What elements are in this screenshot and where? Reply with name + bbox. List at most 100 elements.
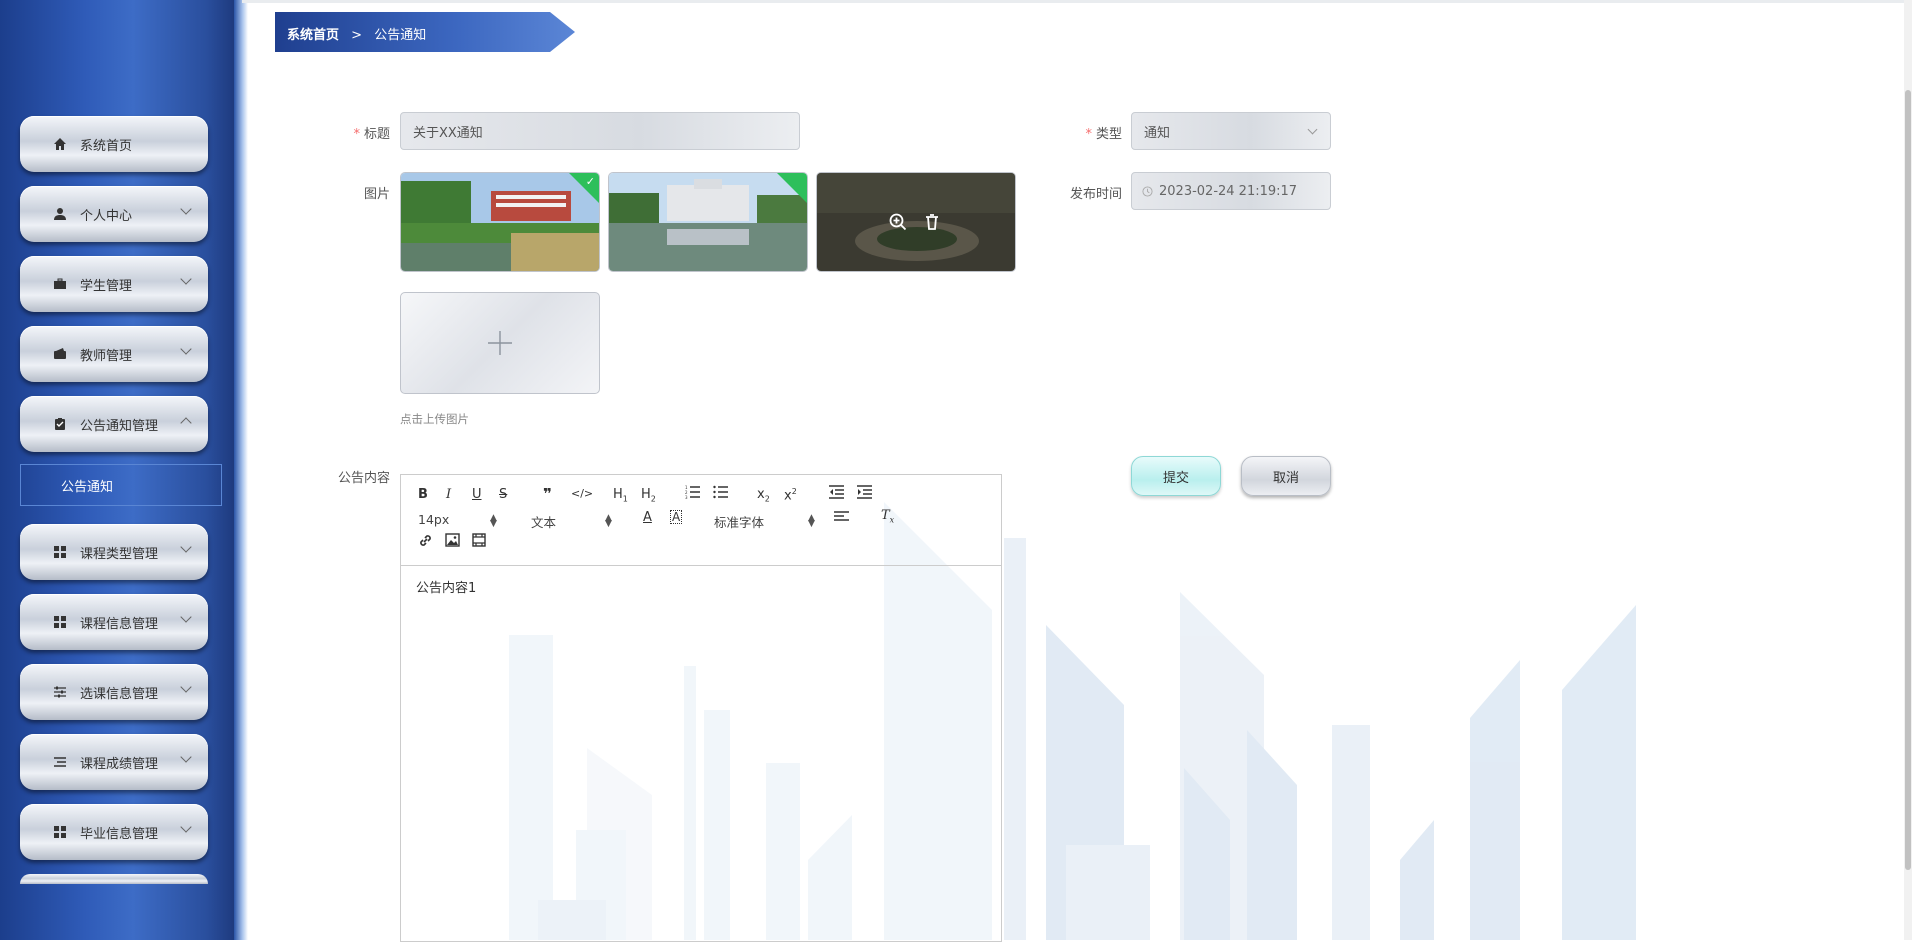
- sidebar-item-label: 个人中心: [80, 208, 133, 224]
- font-family-select[interactable]: 标准字体 ▲ ▼: [714, 512, 815, 531]
- zoom-in-icon[interactable]: [889, 213, 907, 235]
- font-family-value: 标准字体: [714, 515, 765, 530]
- title-input[interactable]: 关于XX通知: [400, 112, 800, 150]
- chevron-up-icon: [180, 417, 192, 429]
- sidebar-item-teachers[interactable]: 教师管理: [20, 326, 208, 382]
- chevron-down-icon: [180, 541, 192, 553]
- rich-text-editor[interactable]: B I U S ❞ </> H1 H2 123 x2 x2 14px ▲ ▼ 文…: [400, 474, 1002, 942]
- user-icon: [52, 206, 68, 222]
- grid-icon: [52, 824, 68, 840]
- breadcrumb-current: 公告通知: [374, 28, 427, 43]
- publish-time-input[interactable]: 2023-02-24 21:19:17: [1131, 172, 1331, 210]
- scrollbar-thumb[interactable]: [1905, 90, 1911, 870]
- clear-format-icon[interactable]: Tx: [881, 508, 894, 525]
- publish-time-value: 2023-02-24 21:19:17: [1159, 183, 1298, 199]
- chevron-down-icon: [180, 681, 192, 693]
- chevron-down-icon: [180, 203, 192, 215]
- sidebar-item-label: 学生管理: [80, 278, 133, 294]
- bold-icon[interactable]: B: [418, 487, 428, 502]
- code-icon[interactable]: </>: [571, 487, 593, 500]
- type-label-text: 类型: [1095, 127, 1122, 142]
- required-mark: *: [1085, 127, 1092, 142]
- select-arrows-icon: ▼: [490, 519, 497, 529]
- images-label: 图片: [363, 187, 390, 202]
- sidebar-subitem-announcement[interactable]: 公告通知: [20, 464, 222, 506]
- top-divider: [242, 0, 1912, 3]
- breadcrumb: 系统首页 > 公告通知: [275, 12, 575, 52]
- sidebar-item-grades[interactable]: 课程成绩管理: [20, 734, 208, 790]
- submit-button-label: 提交: [1162, 470, 1189, 486]
- chevron-down-icon: [180, 343, 192, 355]
- type-select[interactable]: 通知: [1131, 112, 1331, 150]
- align-icon[interactable]: [834, 510, 849, 528]
- required-mark: *: [353, 127, 360, 142]
- cancel-button[interactable]: 取消: [1241, 456, 1331, 496]
- h1-icon[interactable]: H1: [613, 487, 628, 504]
- content-label: 公告内容: [337, 471, 390, 486]
- sidebar-item-course-types[interactable]: 课程类型管理: [20, 524, 208, 580]
- publish-time-label: 发布时间: [1069, 187, 1122, 202]
- sidebar-item-label: 课程成绩管理: [80, 756, 159, 772]
- breadcrumb-home[interactable]: 系统首页: [287, 28, 339, 43]
- video-icon[interactable]: [472, 533, 486, 551]
- header-select[interactable]: 文本 ▲ ▼: [531, 512, 612, 531]
- svg-text:3: 3: [685, 495, 688, 499]
- underline-icon[interactable]: U: [472, 487, 482, 502]
- title-label: * 标题: [330, 123, 390, 142]
- h2-icon[interactable]: H2: [641, 487, 656, 504]
- sidebar-item-students[interactable]: 学生管理: [20, 256, 208, 312]
- chevron-down-icon: [180, 273, 192, 285]
- image-thumbnail-3[interactable]: [816, 172, 1016, 272]
- indent-icon[interactable]: [857, 485, 872, 503]
- image-upload-button[interactable]: [400, 292, 600, 394]
- superscript-icon[interactable]: x2: [784, 487, 797, 503]
- sidebar-item-label: 选课信息管理: [80, 686, 159, 702]
- editor-content[interactable]: 公告内容1: [416, 577, 476, 596]
- upload-hint: 点击上传图片: [400, 412, 469, 426]
- sidebar-item-course-info[interactable]: 课程信息管理: [20, 594, 208, 650]
- background-color-icon[interactable]: A: [670, 510, 683, 524]
- italic-icon[interactable]: I: [446, 487, 451, 502]
- outdent-icon[interactable]: [829, 485, 844, 503]
- image-thumbnail-2[interactable]: [608, 172, 808, 272]
- bullet-list-icon[interactable]: [713, 485, 728, 503]
- plus-icon: [488, 331, 512, 355]
- list-icon: [52, 754, 68, 770]
- sidebar-item-partial[interactable]: [20, 874, 208, 884]
- strikethrough-icon[interactable]: S: [499, 487, 507, 502]
- wallet-icon: [52, 346, 68, 362]
- sidebar-item-announcements[interactable]: 公告通知管理: [20, 396, 208, 452]
- breadcrumb-separator: >: [351, 28, 363, 43]
- chevron-down-icon: [1307, 124, 1318, 135]
- subscript-icon[interactable]: x2: [757, 487, 770, 504]
- sidebar-item-selection[interactable]: 选课信息管理: [20, 664, 208, 720]
- check-icon: ✓: [585, 175, 595, 188]
- blockquote-icon[interactable]: ❞: [543, 485, 552, 503]
- grid-icon: [52, 614, 68, 630]
- image-thumbnail-1[interactable]: ✓: [400, 172, 600, 272]
- type-label: * 类型: [1060, 123, 1122, 142]
- image-icon[interactable]: [445, 533, 460, 551]
- select-arrows-icon: ▼: [808, 519, 815, 529]
- briefcase-icon: [52, 276, 68, 292]
- sidebar-item-label: 公告通知管理: [80, 418, 159, 434]
- chevron-down-icon: [180, 611, 192, 623]
- sidebar-item-label: 课程类型管理: [80, 546, 159, 562]
- type-select-value: 通知: [1144, 125, 1171, 141]
- sidebar-item-personal[interactable]: 个人中心: [20, 186, 208, 242]
- sidebar-item-label: 课程信息管理: [80, 616, 159, 632]
- submit-button[interactable]: 提交: [1131, 456, 1221, 496]
- sidebar-item-graduation[interactable]: 毕业信息管理: [20, 804, 208, 860]
- font-size-select[interactable]: 14px ▲ ▼: [418, 512, 498, 529]
- link-icon[interactable]: [418, 533, 433, 552]
- sidebar-item-label: 系统首页: [80, 138, 133, 154]
- home-icon: [52, 136, 68, 152]
- scrollbar-track[interactable]: [1904, 0, 1912, 940]
- sidebar-subitem-label: 公告通知: [61, 479, 114, 495]
- title-input-value: 关于XX通知: [413, 125, 483, 141]
- font-color-icon[interactable]: A: [643, 510, 652, 525]
- delete-icon[interactable]: [923, 213, 941, 235]
- font-size-value: 14px: [418, 512, 450, 527]
- ordered-list-icon[interactable]: 123: [685, 485, 700, 503]
- sidebar-item-home[interactable]: 系统首页: [20, 116, 208, 172]
